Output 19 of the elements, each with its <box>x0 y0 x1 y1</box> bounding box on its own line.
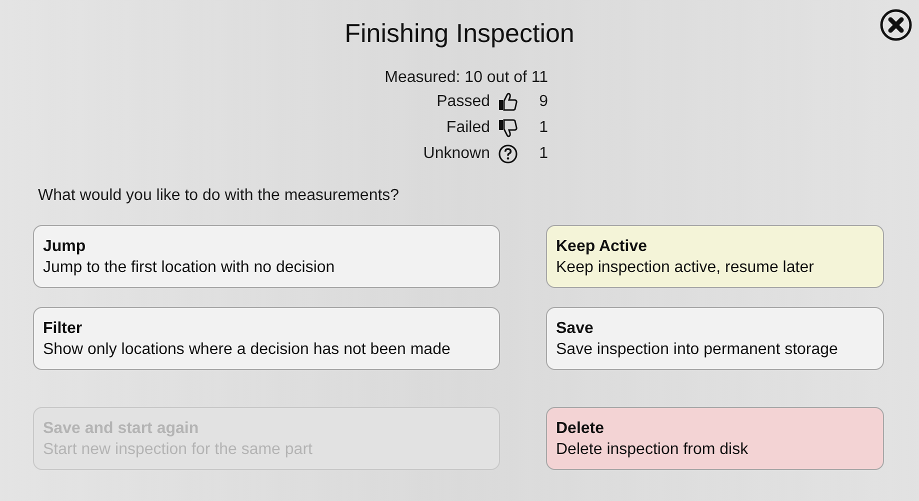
stat-value: 1 <box>538 118 548 136</box>
close-button[interactable] <box>879 8 913 42</box>
stat-label: Unknown <box>423 144 490 162</box>
action-button[interactable]: Delete Delete inspection from disk <box>546 407 884 470</box>
dialog-title: Finishing Inspection <box>344 18 574 49</box>
stat-value: 1 <box>538 144 548 162</box>
close-icon <box>879 8 913 42</box>
action-button[interactable]: Keep Active Keep inspection active, resume later <box>546 225 884 288</box>
stat-label: Failed <box>446 118 490 136</box>
stat-label: Passed <box>436 92 490 110</box>
action-button[interactable]: Filter Show only locations where a decision has not been made <box>33 307 500 370</box>
action-button[interactable]: Save Save inspection into permanent storage <box>546 307 884 370</box>
thumbs-down-icon <box>498 118 518 138</box>
question-text: What would you like to do with the measurements? <box>38 187 400 205</box>
action-button[interactable]: Jump Jump to the first location with no decision <box>33 225 500 288</box>
thumbs-up-icon <box>498 92 518 112</box>
question-icon <box>498 144 518 164</box>
stat-value: 9 <box>538 92 548 110</box>
measured-count: Measured: 10 out of 11 <box>384 69 548 87</box>
